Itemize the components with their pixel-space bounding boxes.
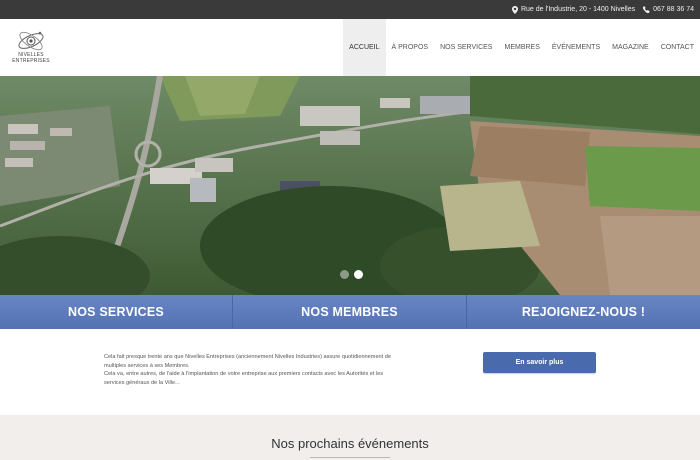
logo-wordmark: NIVELLES ENTREPRISES [12, 52, 50, 64]
site-logo[interactable]: NIVELLES ENTREPRISES [12, 28, 50, 68]
nav-item-accueil[interactable]: ACCUEIL [343, 19, 386, 76]
cta-strip: NOS SERVICES NOS MEMBRES REJOIGNEZ-NOUS … [0, 295, 700, 329]
intro-line-4: services généraux de la Ville... [104, 379, 180, 386]
intro-paragraph: Cela fait presque trente ans que Nivelle… [104, 353, 422, 387]
nav-item-evenements[interactable]: ÉVÉNEMENTS [546, 19, 606, 76]
events-heading-underline [310, 457, 390, 458]
hero-slider[interactable] [0, 76, 700, 295]
events-section: Nos prochains événements [0, 415, 700, 460]
nav-item-nos-services[interactable]: NOS SERVICES [434, 19, 498, 76]
address-link[interactable]: Rue de l'Industrie, 20 - 1400 Nivelles [511, 5, 636, 14]
map-pin-icon [511, 5, 518, 14]
hero-aerial-image [0, 76, 700, 295]
address-text: Rue de l'Industrie, 20 - 1400 Nivelles [520, 6, 636, 13]
intro-section: Cela fait presque trente ans que Nivelle… [0, 329, 700, 415]
slider-pagination [340, 270, 363, 279]
phone-text: 067 88 36 74 [653, 6, 694, 13]
intro-line-3: Cela va, entre autres, de l'aide à l'imp… [104, 371, 384, 378]
top-info-bar: Rue de l'Industrie, 20 - 1400 Nivelles 0… [0, 0, 700, 19]
cta-rejoignez-nous[interactable]: REJOIGNEZ-NOUS ! [467, 295, 700, 329]
cta-nos-services[interactable]: NOS SERVICES [0, 295, 233, 329]
nav-item-membres[interactable]: MEMBRES [498, 19, 545, 76]
intro-line-1: Cela fait presque trente ans que Nivelle… [104, 354, 391, 360]
phone-link[interactable]: 067 88 36 74 [643, 6, 694, 13]
nav-item-contact[interactable]: CONTACT [655, 19, 700, 76]
site-header: NIVELLES ENTREPRISES ACCUEIL À PROPOS NO… [0, 19, 700, 76]
logo-emblem-icon [18, 31, 44, 51]
intro-line-2: multiples services à ses Membres. [104, 362, 190, 369]
phone-icon [643, 6, 650, 13]
learn-more-button[interactable]: En savoir plus [483, 352, 596, 373]
nav-item-magazine[interactable]: MAGAZINE [606, 19, 655, 76]
logo-line-2: ENTREPRISES [12, 57, 50, 64]
slider-dot-2[interactable] [354, 270, 363, 279]
nav-item-a-propos[interactable]: À PROPOS [386, 19, 435, 76]
events-heading: Nos prochains événements [271, 436, 429, 451]
contact-info: Rue de l'Industrie, 20 - 1400 Nivelles 0… [511, 0, 694, 19]
main-nav: ACCUEIL À PROPOS NOS SERVICES MEMBRES ÉV… [343, 19, 700, 76]
cta-nos-membres[interactable]: NOS MEMBRES [233, 295, 467, 329]
slider-dot-1[interactable] [340, 270, 349, 279]
